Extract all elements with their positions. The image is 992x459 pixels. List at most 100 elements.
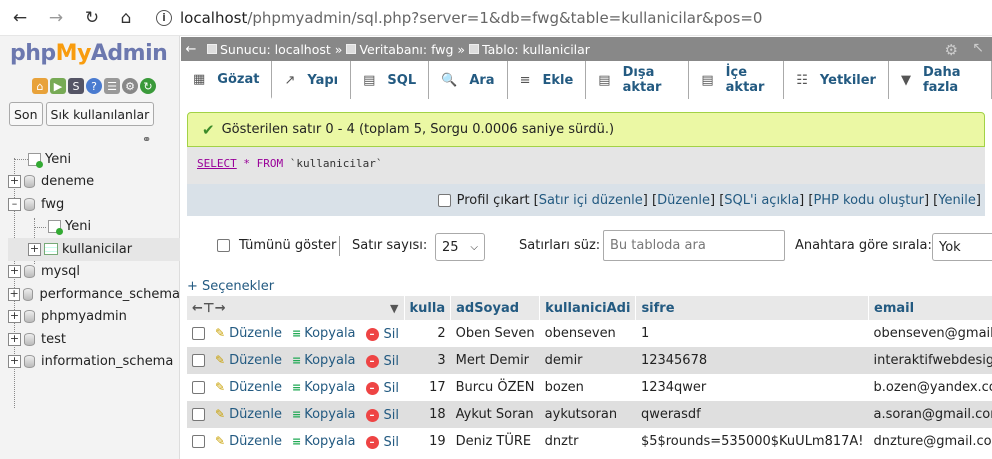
show-all-toggle[interactable]: Tümünü göster	[217, 230, 336, 260]
tab-search[interactable]: 🔍 Ara	[429, 61, 508, 99]
tab-browse[interactable]: ▦ Gözat	[181, 61, 273, 99]
site-info-icon[interactable]: i	[156, 9, 172, 26]
delete-link[interactable]: – Sil	[365, 327, 399, 342]
tree-item-new[interactable]: Yeni	[8, 148, 180, 171]
row-checkbox[interactable]	[192, 327, 205, 340]
query-window-icon[interactable]: S	[68, 78, 84, 94]
sql-keyword-select[interactable]: SELECT	[197, 157, 237, 170]
collapse-panel-icon[interactable]: ←	[181, 42, 201, 57]
expand-icon[interactable]: +	[8, 265, 21, 279]
phpmyadmin-logo[interactable]: phpMyAdmin	[10, 41, 168, 66]
profile-checkbox[interactable]	[437, 193, 451, 207]
rows-select[interactable]: 25 ⌵	[435, 233, 485, 261]
link-with-main-icon[interactable]: ⚭	[142, 133, 151, 146]
edit-link[interactable]: ✎ Düzenle	[215, 353, 282, 368]
cell-id[interactable]: 19	[404, 428, 451, 455]
home-icon[interactable]: ⌂	[32, 78, 48, 94]
tab-import[interactable]: ▤ İçe aktar	[689, 61, 785, 99]
options-link[interactable]: + Seçenekler	[187, 279, 274, 294]
cell-adsoyad[interactable]: Deniz TÜRE	[450, 428, 540, 455]
tree-item-db-mysql[interactable]: + mysql	[8, 261, 180, 284]
cell-adsoyad[interactable]: Aykut Soran	[450, 401, 540, 428]
cell-id[interactable]: 18	[404, 401, 451, 428]
back-arrow-icon[interactable]: ←	[10, 8, 30, 28]
row-checkbox[interactable]	[192, 381, 205, 394]
copy-link[interactable]: ≡ Kopyala	[292, 434, 356, 449]
row-checkbox[interactable]	[192, 408, 205, 421]
refresh-link[interactable]: Yenile	[938, 193, 976, 208]
copy-link[interactable]: ≡ Kopyala	[292, 353, 356, 368]
copy-link[interactable]: ≡ Kopyala	[292, 326, 356, 341]
copy-link[interactable]: ≡ Kopyala	[292, 407, 356, 422]
breadcrumb-server[interactable]: Sunucu: localhost	[207, 42, 331, 57]
recent-button[interactable]: Son	[9, 102, 43, 126]
inline-edit-link[interactable]: Satır içi düzenle	[539, 193, 643, 208]
tab-structure[interactable]: ↗ Yapı	[272, 61, 352, 99]
collapse-icon[interactable]: –	[8, 197, 21, 211]
edit-link[interactable]: ✎ Düzenle	[215, 434, 282, 449]
gear-icon[interactable]: ⚙	[945, 41, 958, 59]
column-header-sifre[interactable]: sifre	[635, 296, 870, 320]
expand-icon[interactable]: +	[28, 242, 41, 256]
cell-kullaniciadi[interactable]: demir	[539, 347, 636, 374]
cell-id[interactable]: 2	[404, 320, 451, 347]
address-bar[interactable]: localhost/phpmyadmin/sql.php?server=1&db…	[180, 9, 762, 27]
cell-sifre[interactable]: 1	[635, 320, 869, 347]
edit-link[interactable]: ✎ Düzenle	[215, 326, 282, 341]
tree-item-fwg-new[interactable]: Yeni	[8, 216, 180, 239]
column-header-adsoyad[interactable]: adSoyad	[450, 296, 541, 320]
cell-email[interactable]: obenseven@gmail.c	[868, 320, 992, 347]
breadcrumb-table[interactable]: Tablo: kullanicilar	[469, 42, 590, 57]
cell-sifre[interactable]: qwerasdf	[635, 401, 869, 428]
tab-privileges[interactable]: ☷ Yetkiler	[784, 61, 889, 99]
cell-kullaniciadi[interactable]: aykutsoran	[539, 401, 636, 428]
tab-insert[interactable]: ≡ Ekle	[507, 61, 587, 99]
home-icon[interactable]: ⌂	[116, 8, 136, 28]
explain-sql-link[interactable]: SQL'i açıkla	[724, 193, 799, 208]
help-icon[interactable]: ?	[86, 78, 102, 94]
scroll-top-icon[interactable]: ↖	[972, 40, 984, 56]
edit-link[interactable]: ✎ Düzenle	[215, 380, 282, 395]
tab-export[interactable]: ▤ Dışa aktar	[586, 61, 690, 99]
cell-sifre[interactable]: 1234qwer	[635, 374, 869, 401]
reload-icon[interactable]: ↻	[82, 8, 102, 28]
refresh-icon[interactable]: ↻	[140, 78, 156, 94]
cell-email[interactable]: a.soran@gmail.com	[868, 401, 992, 428]
edit-link[interactable]: Düzenle	[657, 193, 710, 208]
sql-query-display[interactable]: SELECT * FROM `kullanicilar`	[187, 147, 985, 184]
cell-sifre[interactable]: 12345678	[635, 347, 869, 374]
cell-id[interactable]: 3	[404, 347, 451, 374]
cell-adsoyad[interactable]: Oben Seven	[450, 320, 540, 347]
delete-link[interactable]: – Sil	[365, 435, 399, 450]
row-checkbox[interactable]	[192, 354, 205, 367]
cell-kullaniciadi[interactable]: obenseven	[539, 320, 636, 347]
tab-sql[interactable]: ▤ SQL	[351, 61, 430, 99]
tree-item-db-fwg[interactable]: – fwg	[8, 193, 180, 216]
cell-sifre[interactable]: $5$rounds=535000$KuULm817A!	[635, 428, 869, 455]
cell-kullaniciadi[interactable]: bozen	[539, 374, 636, 401]
cell-adsoyad[interactable]: Burcu ÖZEN	[450, 374, 540, 401]
cell-kullaniciadi[interactable]: dnztr	[539, 428, 636, 455]
column-header-id[interactable]: kulla	[404, 296, 452, 320]
expand-icon[interactable]: +	[8, 332, 21, 346]
cell-email[interactable]: b.ozen@yandex.com	[868, 374, 992, 401]
tree-item-db-deneme[interactable]: + deneme	[8, 171, 180, 194]
expand-icon[interactable]: +	[8, 175, 21, 189]
column-header-kullaniciadi[interactable]: kullaniciAdi	[539, 296, 637, 320]
edit-link[interactable]: ✎ Düzenle	[215, 407, 282, 422]
delete-link[interactable]: – Sil	[365, 354, 399, 369]
cell-email[interactable]: dnzture@gmail.com	[868, 428, 992, 455]
cell-email[interactable]: interaktifwebdesign@	[868, 347, 992, 374]
tree-item-table-kullanicilar[interactable]: + kullanicilar	[8, 238, 180, 261]
delete-link[interactable]: – Sil	[365, 408, 399, 423]
tab-more[interactable]: ▼ Daha fazla	[888, 61, 992, 99]
breadcrumb-database[interactable]: Veritabanı: fwg	[346, 42, 453, 57]
exit-icon[interactable]: ▶	[50, 78, 66, 94]
docs-icon[interactable]: ☰	[104, 78, 120, 94]
settings-icon[interactable]: ⚙	[122, 78, 138, 94]
php-code-link[interactable]: PHP kodu oluştur	[813, 193, 924, 208]
column-header-email[interactable]: email	[868, 296, 992, 320]
sort-select[interactable]: Yok	[932, 233, 992, 261]
tree-item-db-test[interactable]: + test	[8, 328, 180, 351]
favorites-button[interactable]: Sık kullanılanlar	[45, 102, 155, 126]
